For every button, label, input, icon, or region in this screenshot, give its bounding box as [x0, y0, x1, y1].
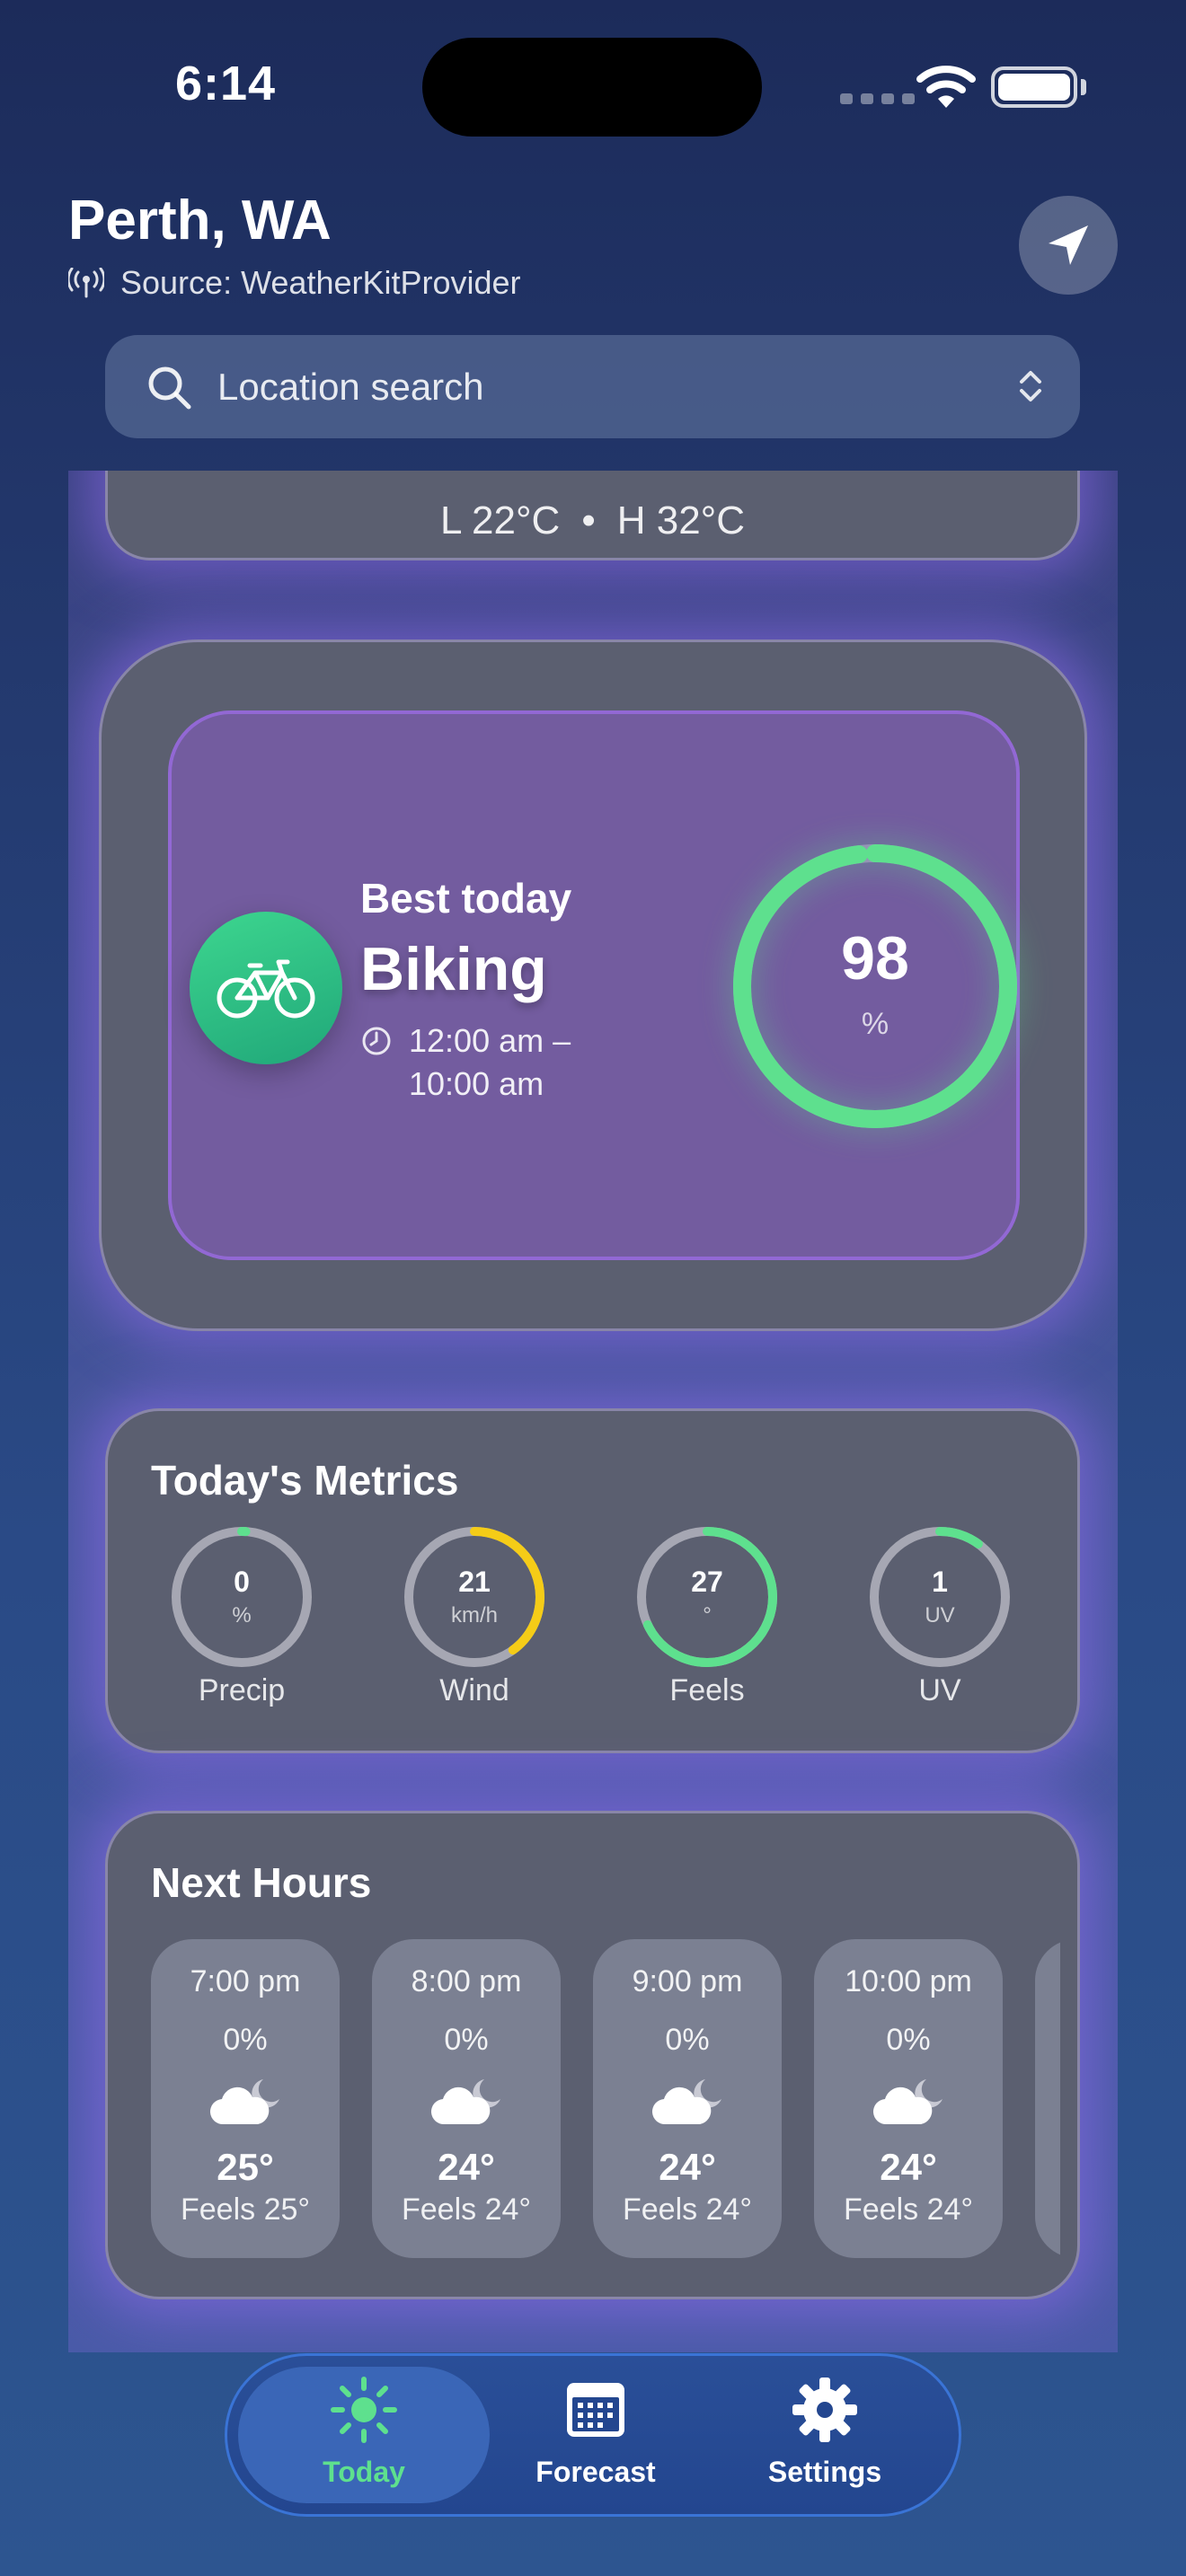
calendar-icon	[567, 2383, 624, 2437]
tab-label: Today	[323, 2456, 405, 2488]
hour-precip: 0%	[886, 2023, 931, 2057]
best-time-window: 12:00 am – 10:00 am	[360, 1019, 571, 1106]
tab-label: Forecast	[535, 2456, 656, 2488]
tab-bar: Today Forecast Settings	[225, 2353, 961, 2517]
time-start: 12:00 am –	[409, 1022, 571, 1059]
activity-badge	[190, 912, 342, 1064]
partly-cloudy-night-icon	[372, 2076, 561, 2130]
metric-label: Wind	[439, 1673, 509, 1707]
metric-value: 1	[932, 1566, 948, 1598]
hour-temp: 24°	[438, 2146, 495, 2188]
gear-icon	[792, 2378, 857, 2442]
temp-range: L 22°C • H 32°C	[108, 498, 1077, 543]
antenna-icon	[68, 268, 104, 298]
todays-metrics-card: Today's Metrics 0 % Precip 21 km/h Wind	[105, 1408, 1080, 1753]
score-ring: 98 %	[727, 838, 1023, 1134]
partly-cloudy-night-icon	[814, 2076, 1003, 2130]
metric-unit: UV	[925, 1603, 955, 1628]
hour-feels: Feels 24°	[401, 2192, 531, 2227]
battery-icon	[991, 66, 1077, 108]
city-title: Perth, WA	[68, 190, 332, 251]
location-search-field[interactable]: Location search	[105, 335, 1080, 438]
best-activity-name: Biking	[360, 935, 547, 1003]
score-value: 98	[841, 924, 909, 992]
next-hours-card: Next Hours 7:00 pm 0% 25° Feels 25° 8:00…	[105, 1811, 1080, 2299]
status-time: 6:14	[175, 57, 277, 110]
metric-value: 21	[458, 1566, 491, 1598]
partly-cloudy-night-icon	[593, 2076, 782, 2130]
score-unit: %	[861, 1007, 890, 1041]
hour-temp: 24°	[880, 2146, 937, 2188]
hour-precip: 0%	[665, 2023, 710, 2057]
metric-value: 0	[234, 1566, 250, 1598]
hour-temp: 24°	[659, 2146, 716, 2188]
metric-gauge-precip: 0 % Precip	[165, 1524, 318, 1708]
bicycle-icon	[217, 959, 315, 1019]
next-hours-title: Next Hours	[151, 1859, 372, 1906]
wifi-icon	[916, 66, 976, 108]
metric-gauge-wind: 21 km/h Wind	[398, 1524, 551, 1708]
best-activity-panel: Best today Biking 12:00 am – 10:00 am 98	[168, 710, 1020, 1260]
source-label: Source: WeatherKitProvider	[120, 264, 521, 301]
location-arrow-icon	[1049, 225, 1088, 265]
tab-today[interactable]: Today	[256, 2374, 472, 2500]
battery-tip	[1081, 79, 1086, 95]
best-today-label: Best today	[360, 875, 572, 922]
hour-tile[interactable]: 7:00 pm 0% 25° Feels 25°	[151, 1939, 340, 2258]
time-range: 12:00 am – 10:00 am	[409, 1019, 571, 1106]
hour-feels: Feels 24°	[843, 2192, 973, 2227]
hour-tile[interactable]: 9:00 pm 0% 24° Feels 24°	[593, 1939, 782, 2258]
metric-label: UV	[918, 1673, 961, 1707]
metric-unit: %	[232, 1603, 252, 1628]
hour-tile-partial[interactable]	[1035, 1939, 1060, 2258]
search-placeholder: Location search	[217, 365, 484, 408]
metric-value: 27	[691, 1566, 723, 1598]
tab-settings[interactable]: Settings	[717, 2374, 933, 2500]
clock-icon	[362, 1027, 391, 1055]
best-activity-card[interactable]: Best today Biking 12:00 am – 10:00 am 98	[99, 640, 1087, 1331]
hours-scroller[interactable]: 7:00 pm 0% 25° Feels 25° 8:00 pm 0% 24° …	[151, 1939, 1060, 2263]
sun-icon	[331, 2377, 397, 2443]
temperature-range-card: L 22°C • H 32°C	[105, 471, 1080, 560]
metric-unit: °	[703, 1603, 712, 1628]
hour-feels: Feels 24°	[622, 2192, 752, 2227]
hour-tile[interactable]: 10:00 pm 0% 24° Feels 24°	[814, 1939, 1003, 2258]
hour-tile[interactable]: 8:00 pm 0% 24° Feels 24°	[372, 1939, 561, 2258]
cellular-signal-icon	[840, 93, 915, 104]
hour-precip: 0%	[223, 2023, 268, 2057]
metric-label: Precip	[198, 1673, 286, 1707]
search-icon	[148, 366, 191, 409]
metric-unit: km/h	[450, 1603, 498, 1628]
hour-time: 9:00 pm	[632, 1964, 743, 1998]
tab-label: Settings	[767, 2456, 882, 2488]
time-end: 10:00 am	[409, 1065, 544, 1102]
partly-cloudy-night-icon	[151, 2076, 340, 2130]
hour-precip: 0%	[444, 2023, 489, 2057]
high-temp: H 32°C	[616, 498, 746, 543]
hour-time: 10:00 pm	[845, 1964, 972, 1998]
metrics-title: Today's Metrics	[151, 1457, 459, 1504]
current-location-button[interactable]	[1019, 196, 1118, 295]
dynamic-island	[422, 38, 762, 137]
metric-label: Feels	[669, 1673, 745, 1707]
hour-feels: Feels 25°	[180, 2192, 310, 2227]
low-temp: L 22°C	[439, 498, 561, 543]
metric-gauge-feels: 27 ° Feels	[631, 1524, 783, 1708]
tab-forecast[interactable]: Forecast	[488, 2374, 704, 2500]
hour-temp: 25°	[217, 2146, 274, 2188]
metric-gauge-uv: 1 UV UV	[863, 1524, 1016, 1708]
hour-time: 7:00 pm	[190, 1964, 301, 1998]
hour-time: 8:00 pm	[411, 1964, 522, 1998]
chevron-up-down-icon[interactable]	[1017, 367, 1044, 405]
scroll-content[interactable]: L 22°C • H 32°C Best today Biking 12:00 …	[68, 471, 1118, 2352]
source-row: Source: WeatherKitProvider	[68, 264, 521, 302]
separator-dot: •	[581, 498, 596, 543]
